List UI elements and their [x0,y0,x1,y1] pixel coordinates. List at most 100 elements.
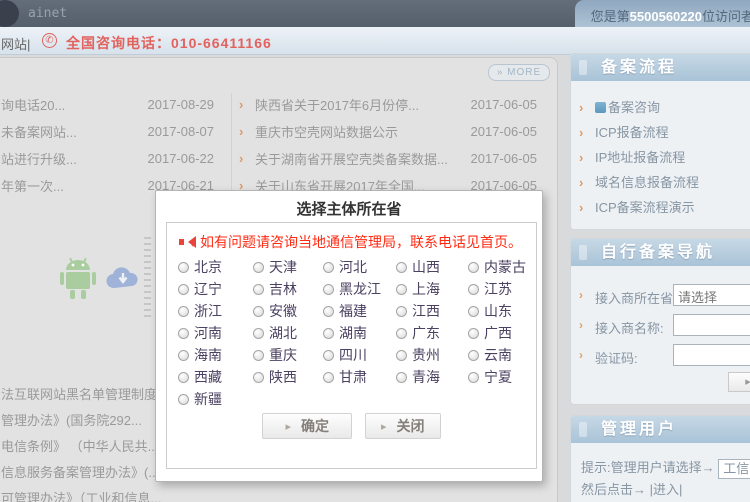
province-option[interactable]: 上海 [396,278,468,300]
news-row: 询电话20...2017-08-29 [1,91,214,118]
news-title[interactable]: 站进行升级... [1,149,142,168]
province-radio[interactable] [468,306,479,317]
province-option[interactable]: 云南 [468,344,536,366]
province-option[interactable]: 河南 [178,322,253,344]
sidebar-item-icp-process[interactable]: ›ICP报备流程 [579,120,750,145]
bullet-icon: › [579,170,595,195]
province-radio[interactable] [396,262,407,273]
close-button[interactable]: ▸关闭 [365,413,441,439]
province-radio[interactable] [253,372,264,383]
bullet-icon: › [579,195,595,220]
province-radio[interactable] [323,328,334,339]
province-radio[interactable] [396,328,407,339]
news-title[interactable]: 重庆市空壳网站数据公示 [255,122,465,141]
visitor-prefix: 您是第 [591,9,630,24]
news-title[interactable]: 关于湖南省开展空壳类备案数据... [255,149,465,168]
province-option[interactable]: 山西 [396,256,468,278]
province-option[interactable]: 宁夏 [468,366,536,388]
province-radio[interactable] [323,306,334,317]
more-button[interactable]: » MORE [488,64,550,81]
news-title[interactable]: 陕西省关于2017年6月份停... [255,95,465,114]
province-option[interactable]: 青海 [396,366,468,388]
province-option[interactable]: 广西 [468,322,536,344]
province-option[interactable]: 内蒙古 [468,256,536,278]
province-option[interactable]: 湖南 [323,322,396,344]
dialog-notice: (( 如有问题请咨询当地通信管理局，联系电话见首页。 [179,233,536,251]
province-option[interactable]: 浙江 [178,300,253,322]
sidebar-item-ip-process[interactable]: ›IP地址报备流程 [579,145,750,170]
news-date: 2017-06-05 [465,151,537,166]
province-radio[interactable] [468,350,479,361]
province-option[interactable]: 贵州 [396,344,468,366]
province-option[interactable]: 江苏 [468,278,536,300]
province-radio[interactable] [396,306,407,317]
province-option[interactable]: 广东 [396,322,468,344]
button-arrow-icon: ▸ [381,420,387,433]
province-radio[interactable] [178,394,189,405]
sidebar-item-consult[interactable]: ›备案咨询 [579,95,750,120]
province-option[interactable]: 江西 [396,300,468,322]
province-option[interactable]: 甘肃 [323,366,396,388]
province-option[interactable]: 湖北 [253,322,323,344]
province-radio[interactable] [468,262,479,273]
province-option[interactable]: 新疆 [178,388,253,410]
news-title[interactable]: 未备案网站... [1,122,142,141]
province-radio[interactable] [178,262,189,273]
province-option[interactable]: 陕西 [253,366,323,388]
manage-select[interactable]: 工信 [718,459,750,479]
province-radio[interactable] [178,372,189,383]
province-option[interactable]: 吉林 [253,278,323,300]
province-radio[interactable] [468,328,479,339]
province-option[interactable]: 黑龙江 [323,278,396,300]
sidebar-item-domain-process[interactable]: ›域名信息报备流程 [579,170,750,195]
isp-province-select[interactable]: 请选择 [673,284,750,306]
province-option[interactable]: 海南 [178,344,253,366]
hotline: 全国咨询电话：010-66411166 [66,33,272,53]
province-radio[interactable] [323,350,334,361]
province-radio[interactable] [396,350,407,361]
province-radio[interactable] [253,284,264,295]
captcha-input[interactable] [673,344,750,366]
province-radio[interactable] [253,328,264,339]
province-radio[interactable] [253,306,264,317]
province-radio[interactable] [178,306,189,317]
news-row: 未备案网站...2017-08-07 [1,118,214,145]
nav-submit-button[interactable]: ▸ [728,372,750,392]
province-option[interactable]: 西藏 [178,366,253,388]
province-radio[interactable] [468,372,479,383]
province-option[interactable]: 四川 [323,344,396,366]
province-radio[interactable] [178,328,189,339]
sidebar-item-demo[interactable]: ›ICP备案流程演示 [579,195,750,220]
bullet-icon: › [579,120,595,145]
province-option[interactable]: 天津 [253,256,323,278]
province-option[interactable]: 北京 [178,256,253,278]
bullet-icon: › [239,151,255,166]
province-option[interactable]: 重庆 [253,344,323,366]
panel-self-filing-nav: 自行备案导航 › 接入商所在省: 请选择 › 接入商名称: › 验证码: ▸ [570,238,750,405]
province-radio[interactable] [396,284,407,295]
panel-title: 自行备案导航 [571,239,750,266]
province-radio[interactable] [178,350,189,361]
province-radio[interactable] [253,262,264,273]
process-items: ›备案咨询 ›ICP报备流程 ›IP地址报备流程 ›域名信息报备流程 ›ICP备… [571,81,750,220]
province-option[interactable]: 河北 [323,256,396,278]
province-radio[interactable] [323,262,334,273]
province-radio[interactable] [323,284,334,295]
news-list-left: 询电话20...2017-08-29 未备案网站...2017-08-07 站进… [1,91,231,199]
news-title[interactable]: 询电话20... [1,95,142,114]
panel-title: 备案流程 [571,54,750,81]
province-radio[interactable] [396,372,407,383]
province-option[interactable]: 山东 [468,300,536,322]
legal-item[interactable]: 可管理办法》（工业和信息... [1,486,241,502]
confirm-button[interactable]: ▸确定 [262,413,352,439]
province-option[interactable]: 辽宁 [178,278,253,300]
news-title[interactable]: 年第一次... [1,176,142,195]
province-radio[interactable] [178,284,189,295]
news-row: 站进行升级...2017-06-22 [1,145,214,172]
province-radio[interactable] [253,350,264,361]
province-option[interactable]: 安徽 [253,300,323,322]
province-radio[interactable] [323,372,334,383]
province-option[interactable]: 福建 [323,300,396,322]
province-radio[interactable] [468,284,479,295]
isp-name-input[interactable] [673,314,750,336]
